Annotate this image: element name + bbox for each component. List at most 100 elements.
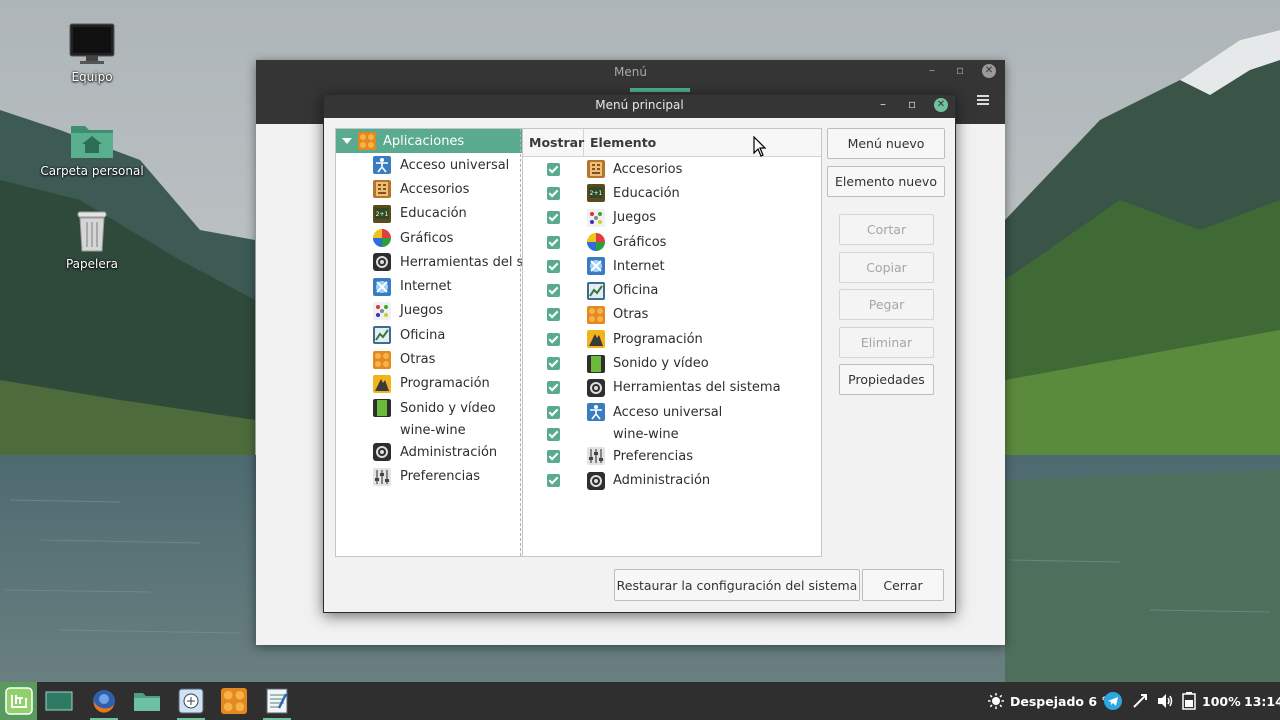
list-row[interactable]: Acceso universal bbox=[523, 400, 821, 424]
list-row[interactable]: Gráficos bbox=[523, 230, 821, 254]
list-item-label: Administración bbox=[613, 473, 711, 489]
show-checkbox[interactable] bbox=[547, 332, 560, 346]
files-icon bbox=[134, 693, 160, 711]
system-tools-icon bbox=[587, 379, 605, 397]
show-checkbox[interactable] bbox=[547, 405, 560, 419]
network-tray[interactable] bbox=[1132, 682, 1148, 720]
maximize-button[interactable]: ▫ bbox=[908, 97, 916, 111]
list-item-label: Herramientas del sistema bbox=[613, 380, 781, 396]
tree-item[interactable]: Acceso universal bbox=[336, 153, 522, 177]
tree-item[interactable]: Preferencias bbox=[336, 465, 522, 489]
desktop-icon-computer[interactable]: Equipo bbox=[37, 22, 147, 84]
restore-defaults-button[interactable]: Restaurar la configuración del sistema bbox=[614, 569, 860, 601]
taskbar-applications[interactable] bbox=[217, 685, 251, 717]
list-row[interactable]: Juegos bbox=[523, 206, 821, 230]
tree-item[interactable]: Herramientas del siste bbox=[336, 250, 522, 274]
list-item-label: Educación bbox=[613, 185, 680, 201]
tree-item[interactable]: Gráficos bbox=[336, 226, 522, 250]
expander-arrow-icon[interactable] bbox=[342, 138, 352, 144]
list-row[interactable]: Internet bbox=[523, 254, 821, 278]
weather-applet[interactable]: Despejado 6 °C bbox=[988, 682, 1117, 720]
close-dialog-button[interactable]: Cerrar bbox=[862, 569, 944, 601]
battery-tray[interactable]: 100% bbox=[1182, 682, 1241, 720]
tree-root-applications[interactable]: Aplicaciones bbox=[336, 129, 522, 153]
dialog-title: Menú principal bbox=[595, 98, 684, 112]
list-item-label: Accesorios bbox=[613, 161, 683, 177]
list-row[interactable]: Administración bbox=[523, 469, 821, 493]
minimize-button[interactable]: – bbox=[880, 97, 886, 111]
list-item-label: Internet bbox=[613, 258, 665, 274]
copy-button[interactable]: Copiar bbox=[839, 252, 934, 283]
list-row[interactable]: Oficina bbox=[523, 278, 821, 302]
show-desktop-button[interactable] bbox=[42, 685, 76, 717]
tree-item[interactable]: wine-wine bbox=[336, 420, 522, 440]
tree-item[interactable]: Programación bbox=[336, 372, 522, 396]
show-cell bbox=[523, 405, 584, 419]
tree-item[interactable]: Otras bbox=[336, 347, 522, 371]
telegram-tray[interactable] bbox=[1104, 682, 1122, 720]
close-button[interactable]: ✕ bbox=[934, 98, 948, 112]
trash-icon bbox=[77, 211, 107, 252]
taskbar-text-editor[interactable] bbox=[260, 685, 294, 720]
show-checkbox[interactable] bbox=[547, 211, 560, 225]
list-item-label: Programación bbox=[613, 331, 703, 347]
network-icon bbox=[1133, 694, 1147, 708]
column-header-item[interactable]: Elemento bbox=[584, 129, 656, 156]
taskbar-menu-editor[interactable] bbox=[174, 685, 208, 720]
dialog-titlebar[interactable]: Menú principal – ▫ ✕ bbox=[324, 95, 955, 118]
list-row[interactable]: Sonido y vídeo bbox=[523, 351, 821, 375]
computer-icon bbox=[69, 23, 115, 64]
taskbar-files[interactable] bbox=[130, 685, 164, 717]
show-checkbox[interactable] bbox=[547, 308, 560, 322]
tree-item[interactable]: Sonido y vídeo bbox=[336, 396, 522, 420]
minimize-button[interactable]: – bbox=[929, 63, 935, 77]
show-checkbox[interactable] bbox=[547, 449, 560, 463]
list-item-label: Gráficos bbox=[613, 234, 667, 250]
mint-menu-button[interactable] bbox=[0, 682, 37, 720]
show-checkbox[interactable] bbox=[547, 381, 560, 395]
new-item-button[interactable]: Elemento nuevo bbox=[827, 166, 945, 197]
taskbar-firefox[interactable] bbox=[87, 685, 121, 720]
list-row[interactable]: Preferencias bbox=[523, 444, 821, 468]
new-menu-button[interactable]: Menú nuevo bbox=[827, 128, 945, 159]
cut-button[interactable]: Cortar bbox=[839, 214, 934, 245]
list-row[interactable]: Programación bbox=[523, 327, 821, 351]
tree-item[interactable]: Juegos bbox=[336, 299, 522, 323]
programming-icon bbox=[373, 375, 391, 393]
list-item-label: Acceso universal bbox=[613, 404, 723, 420]
list-row[interactable]: Accesorios bbox=[523, 157, 821, 181]
paste-button[interactable]: Pegar bbox=[839, 289, 934, 320]
show-checkbox[interactable] bbox=[547, 259, 560, 273]
show-checkbox[interactable] bbox=[547, 474, 560, 488]
list-row[interactable]: Herramientas del sistema bbox=[523, 376, 821, 400]
tree-item[interactable]: Oficina bbox=[336, 323, 522, 347]
tree-item[interactable]: Accesorios bbox=[336, 177, 522, 201]
show-checkbox[interactable] bbox=[547, 162, 560, 176]
hamburger-menu-icon[interactable] bbox=[977, 95, 989, 107]
tree-item[interactable]: Internet bbox=[336, 274, 522, 298]
show-checkbox[interactable] bbox=[547, 357, 560, 371]
delete-button[interactable]: Eliminar bbox=[839, 327, 934, 358]
list-row[interactable]: wine-wine bbox=[523, 424, 821, 444]
desktop-icon-home[interactable]: Carpeta personal bbox=[37, 120, 147, 178]
clock-text: 13:14 bbox=[1244, 693, 1280, 709]
list-row[interactable]: Otras bbox=[523, 303, 821, 327]
close-button[interactable]: ✕ bbox=[982, 64, 996, 78]
menu-items-list[interactable]: Mostrar Elemento Accesorios Educación Jueg… bbox=[523, 128, 822, 557]
show-checkbox[interactable] bbox=[547, 427, 560, 441]
show-checkbox[interactable] bbox=[547, 284, 560, 298]
system-tools-icon bbox=[373, 253, 391, 271]
column-header-show[interactable]: Mostrar bbox=[523, 129, 584, 156]
clock[interactable]: 13:14 bbox=[1244, 682, 1280, 720]
maximize-button[interactable]: ▫ bbox=[956, 63, 964, 77]
desktop-icon-trash[interactable]: Papelera bbox=[37, 209, 147, 271]
show-checkbox[interactable] bbox=[547, 235, 560, 249]
properties-button[interactable]: Propiedades bbox=[839, 364, 934, 395]
tree-item[interactable]: Educación bbox=[336, 202, 522, 226]
show-checkbox[interactable] bbox=[547, 186, 560, 200]
tree-item[interactable]: Administración bbox=[336, 440, 522, 464]
other-icon bbox=[587, 306, 605, 324]
list-row[interactable]: Educación bbox=[523, 181, 821, 205]
menu-tree[interactable]: Aplicaciones Acceso universal Accesorios E… bbox=[335, 128, 523, 557]
volume-tray[interactable] bbox=[1157, 682, 1175, 720]
